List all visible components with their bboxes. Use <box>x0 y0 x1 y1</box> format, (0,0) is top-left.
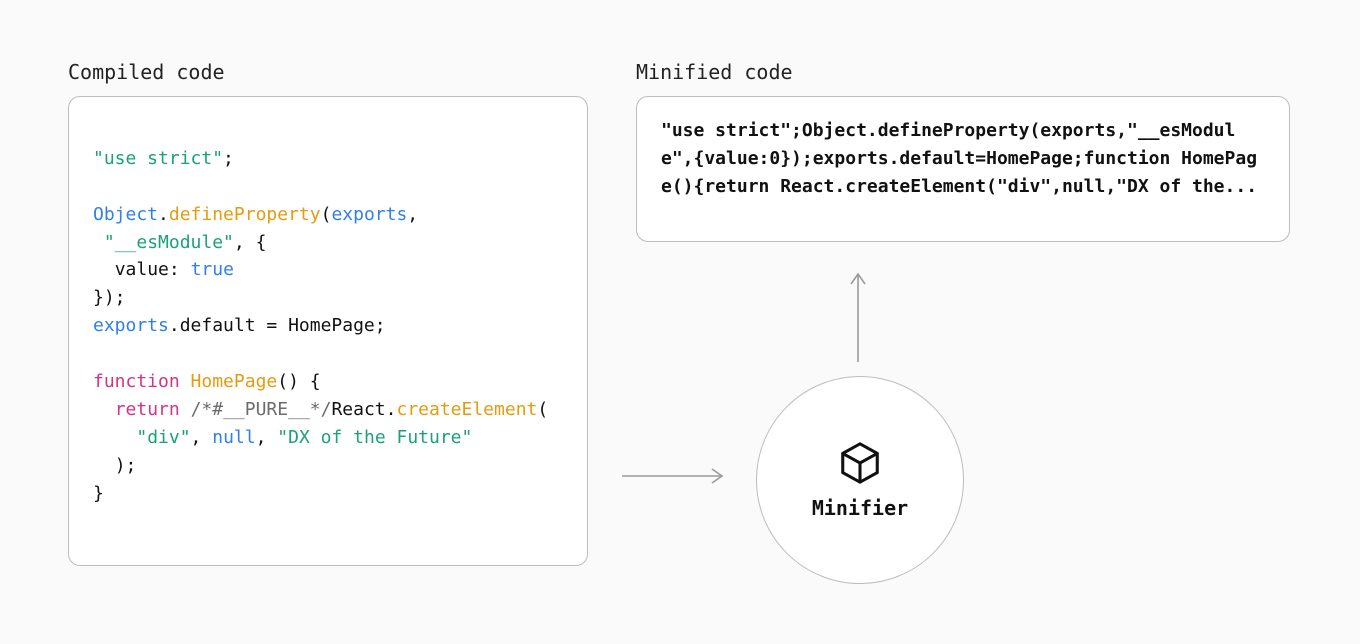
minifier-node: Minifier <box>756 376 964 584</box>
arrow-up-icon <box>848 266 868 366</box>
code-token: exports <box>93 315 169 336</box>
compiled-label: Compiled code <box>68 60 225 84</box>
code-token: "div" <box>136 427 190 448</box>
code-token: "__esModule" <box>104 232 234 253</box>
code-token: "use strict" <box>93 148 223 169</box>
minifier-label: Minifier <box>812 496 908 520</box>
code-token: null <box>212 427 255 448</box>
code-token: function <box>93 371 180 392</box>
compiled-code-box: "use strict"; Object.defineProperty(expo… <box>68 96 588 566</box>
code-token: exports <box>331 204 407 225</box>
code-token: "DX of the Future" <box>277 427 472 448</box>
minified-code-box: "use strict";Object.defineProperty(expor… <box>636 96 1290 242</box>
code-token: HomePage <box>191 371 278 392</box>
code-token: value <box>115 259 169 280</box>
code-token: true <box>191 259 234 280</box>
code-token: React <box>331 399 385 420</box>
minified-label: Minified code <box>636 60 793 84</box>
code-token: return <box>115 399 180 420</box>
cube-icon <box>837 440 883 486</box>
arrow-right-icon <box>618 466 738 486</box>
minified-code: "use strict";Object.defineProperty(expor… <box>661 120 1257 197</box>
code-token: .default = HomePage; <box>169 315 386 336</box>
code-token: defineProperty <box>169 204 321 225</box>
compiled-code: "use strict"; Object.defineProperty(expo… <box>93 145 563 508</box>
code-token: Object <box>93 204 158 225</box>
code-token: createElement <box>396 399 537 420</box>
diagram-canvas: Compiled code "use strict"; Object.defin… <box>0 0 1360 644</box>
code-token: /*#__PURE__*/ <box>191 399 332 420</box>
